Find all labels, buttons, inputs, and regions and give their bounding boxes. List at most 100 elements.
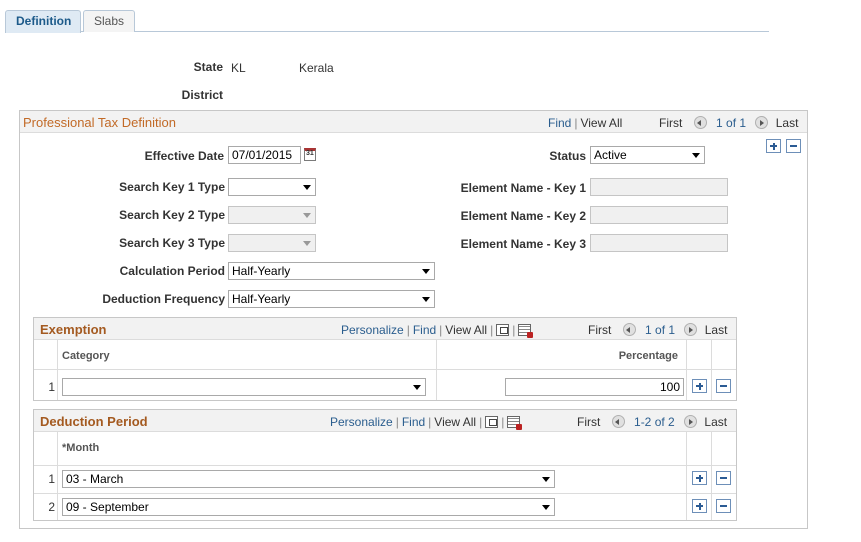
delete-deduction-period-row-button[interactable] <box>716 471 731 485</box>
chevron-down-icon <box>303 241 311 246</box>
element-name-key-2-input[interactable] <box>590 206 728 224</box>
percentage-input[interactable] <box>505 378 684 396</box>
chevron-down-icon <box>542 505 550 510</box>
add-deduction-period-row-button[interactable] <box>692 499 707 513</box>
exemption-find-link[interactable]: Find <box>413 323 436 337</box>
next-icon[interactable] <box>755 116 769 129</box>
definition-count: 1 of 1 <box>716 116 747 130</box>
category-column-header[interactable]: Category <box>62 350 110 362</box>
download-grid-icon[interactable] <box>518 324 534 338</box>
element-name-key-1-input[interactable] <box>590 178 728 196</box>
previous-icon[interactable] <box>622 323 636 336</box>
deduction-frequency-value: Half-Yearly <box>232 292 291 306</box>
element-name-key-2-label: Element Name - Key 2 <box>460 209 586 223</box>
percentage-column-header[interactable]: Percentage <box>610 350 678 362</box>
element-name-key-3-input[interactable] <box>590 234 728 252</box>
month-select[interactable]: 09 - September <box>62 498 555 516</box>
exemption-first-label: First <box>588 323 612 337</box>
status-select[interactable]: Active <box>590 146 705 164</box>
chevron-down-icon <box>422 297 430 302</box>
definition-last-label: Last <box>775 116 799 130</box>
exemption-col-divider <box>57 340 58 400</box>
deduction-period-first-label: First <box>577 415 601 429</box>
search-key-2-select[interactable] <box>228 206 316 224</box>
deduction-period-col-divider <box>57 432 58 520</box>
exemption-pager: First 1 of 1 Last <box>588 323 727 337</box>
definition-find-link[interactable]: Find <box>548 116 571 130</box>
definition-title: Professional Tax Definition <box>23 115 176 130</box>
chevron-down-icon <box>692 153 700 158</box>
deduction-period-col-divider <box>711 432 712 520</box>
tab-definition[interactable]: Definition <box>5 10 81 33</box>
element-name-key-3-label: Element Name - Key 3 <box>460 237 586 251</box>
deduction-period-personalize-link[interactable]: Personalize <box>330 415 393 429</box>
deduction-period-title: Deduction Period <box>40 414 148 429</box>
calendar-icon[interactable] <box>304 148 316 161</box>
calculation-period-value: Half-Yearly <box>232 264 291 278</box>
deduction-period-toolbar: Personalize | Find | View All | | <box>330 415 523 430</box>
zoom-icon[interactable] <box>485 416 499 428</box>
definition-nav: Find | View All <box>548 116 623 130</box>
deduction-period-view-all[interactable]: View All <box>434 415 476 429</box>
deduction-frequency-label: Deduction Frequency <box>102 292 225 306</box>
month-select[interactable]: 03 - March <box>62 470 555 488</box>
search-key-3-select[interactable] <box>228 234 316 252</box>
tab-slabs[interactable]: Slabs <box>83 10 135 32</box>
definition-view-all[interactable]: View All <box>580 116 622 130</box>
search-key-1-label: Search Key 1 Type <box>119 180 225 194</box>
definition-first-label: First <box>659 116 683 130</box>
download-grid-icon[interactable] <box>507 416 523 430</box>
state-code: KL <box>231 61 246 75</box>
exemption-col-divider <box>436 340 437 400</box>
deduction-period-pager: First 1-2 of 2 Last <box>577 415 727 429</box>
exemption-col-divider <box>711 340 712 400</box>
add-deduction-period-row-button[interactable] <box>692 471 707 485</box>
chevron-down-icon <box>303 185 311 190</box>
exemption-row-number: 1 <box>48 380 55 394</box>
month-value: 03 - March <box>66 472 124 486</box>
deduction-period-col-divider <box>686 432 687 520</box>
delete-exemption-row-button[interactable] <box>716 379 731 393</box>
district-label: District <box>181 88 223 102</box>
chevron-down-icon <box>542 477 550 482</box>
deduction-frequency-select[interactable]: Half-Yearly <box>228 290 435 308</box>
deduction-period-row-number: 1 <box>48 472 55 486</box>
deduction-period-header: Deduction Period Personalize | Find | View A… <box>34 410 736 432</box>
exemption-personalize-link[interactable]: Personalize <box>341 323 404 337</box>
status-value: Active <box>594 148 627 162</box>
exemption-col-divider <box>686 340 687 400</box>
deduction-period-header-divider <box>34 465 736 466</box>
month-column-header[interactable]: *Month <box>62 442 99 454</box>
deduction-period-count: 1-2 of 2 <box>634 415 675 429</box>
exemption-toolbar: Personalize | Find | View All | | <box>341 323 534 338</box>
calculation-period-label: Calculation Period <box>119 264 225 278</box>
previous-icon[interactable] <box>611 415 625 428</box>
effective-date-input[interactable] <box>228 146 301 164</box>
exemption-count: 1 of 1 <box>645 323 676 337</box>
element-name-key-1-label: Element Name - Key 1 <box>460 181 586 195</box>
state-label: State <box>193 60 223 74</box>
search-key-2-label: Search Key 2 Type <box>119 208 225 222</box>
next-icon[interactable] <box>684 323 698 336</box>
deduction-period-last-label: Last <box>704 415 728 429</box>
deduction-period-find-link[interactable]: Find <box>402 415 425 429</box>
chevron-down-icon <box>413 385 421 390</box>
add-exemption-row-button[interactable] <box>692 379 707 393</box>
delete-deduction-period-row-button[interactable] <box>716 499 731 513</box>
exemption-last-label: Last <box>704 323 728 337</box>
exemption-view-all[interactable]: View All <box>445 323 487 337</box>
state-name: Kerala <box>299 61 334 75</box>
category-select[interactable] <box>62 378 426 396</box>
search-key-1-select[interactable] <box>228 178 316 196</box>
previous-icon[interactable] <box>693 116 707 129</box>
chevron-down-icon <box>303 213 311 218</box>
status-label: Status <box>549 149 586 163</box>
delete-definition-button[interactable] <box>786 139 801 153</box>
zoom-icon[interactable] <box>496 324 510 336</box>
next-icon[interactable] <box>684 415 698 428</box>
definition-header: Professional Tax Definition Find | View Al… <box>20 111 807 133</box>
calculation-period-select[interactable]: Half-Yearly <box>228 262 435 280</box>
deduction-period-row-divider <box>34 493 736 494</box>
exemption-header-divider <box>34 369 736 370</box>
add-definition-button[interactable] <box>766 139 781 153</box>
